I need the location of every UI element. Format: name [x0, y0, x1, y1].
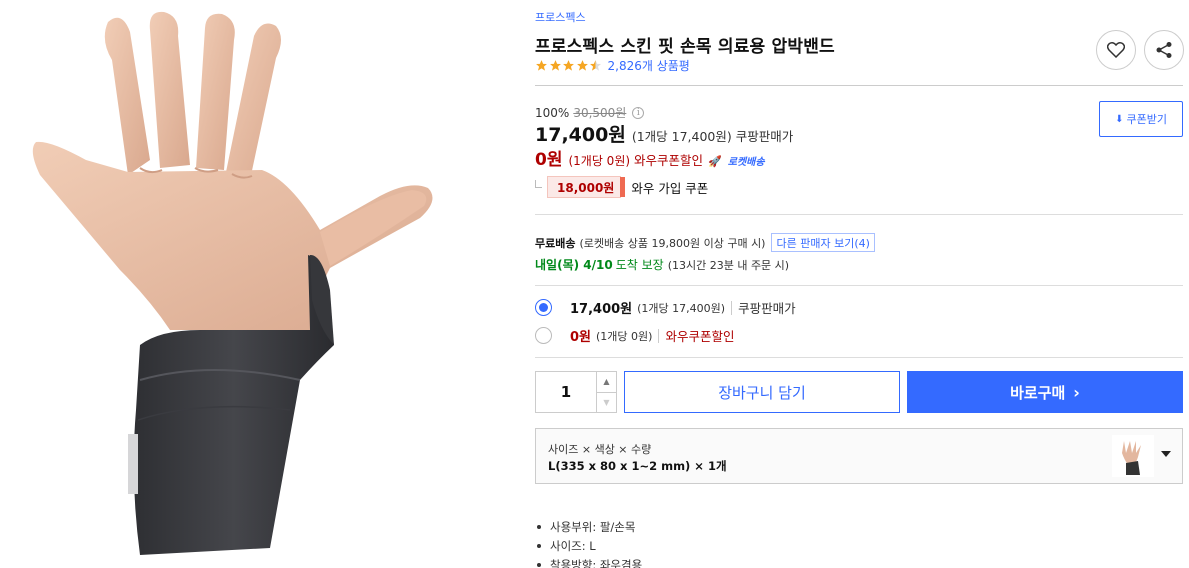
buy-now-button[interactable]: 바로구매 ›: [907, 371, 1183, 413]
info-icon[interactable]: i: [632, 106, 645, 119]
add-to-cart-button[interactable]: 장바구니 담기: [624, 371, 900, 413]
option-thumbnail: [1112, 435, 1154, 477]
spec-item: 사용부위: 팔/손목: [535, 517, 642, 536]
hand-wrist-band-illustration: [32, 11, 433, 555]
arrival-guarantee: 도착 보장: [615, 258, 664, 272]
coupon-button-label: 쿠폰받기: [1126, 113, 1167, 126]
divider: [535, 214, 1183, 215]
coupon-amount-tag: 18,000원: [547, 176, 626, 198]
price-option-coupang[interactable]: 17,400원 (1개당 17,400원) 쿠팡판매가: [535, 298, 796, 317]
star-icon: [576, 59, 589, 72]
spec-item: 사이즈: L: [535, 536, 642, 555]
discount-rate: 100%: [535, 105, 570, 120]
download-icon: ⬇: [1115, 113, 1124, 125]
product-title: 프로스펙스 스킨 핏 손목 의료용 압박밴드: [535, 37, 835, 57]
wow-discount-label: 와우쿠폰할인: [634, 153, 704, 168]
option-label: 쿠팡판매가: [738, 301, 796, 316]
seller-type: 쿠팡판매가: [735, 129, 794, 144]
chevron-right-icon: ›: [1073, 382, 1080, 402]
share-icon: [1156, 42, 1172, 58]
star-icon: [562, 59, 575, 72]
wow-price: 0원: [535, 150, 563, 170]
star-rating: [535, 59, 603, 72]
arrival-date: 내일(목) 4/10: [535, 258, 613, 272]
spec-item: 착용방향: 좌우겸용: [535, 555, 642, 568]
arrival-condition: (13시간 23분 내 주문 시): [667, 259, 790, 272]
quantity-buttons: ▲ ▼: [596, 372, 616, 412]
option-unit-price: (1개당 17,400원): [637, 301, 726, 315]
divider: [535, 357, 1183, 358]
option-price: 17,400원: [570, 302, 633, 317]
discount-row: 100% 30,500원 i: [535, 104, 645, 121]
join-coupon-row: 18,000원 와우 가입 쿠폰: [535, 176, 708, 198]
quantity-stepper: ▲ ▼: [535, 371, 617, 413]
product-info-panel: 프로스펙스 프로스펙스 스킨 핏 손목 의료용 압박밴드 2,826개 상품평 …: [535, 0, 1185, 568]
brand-link[interactable]: 프로스펙스: [535, 9, 586, 25]
separator: [658, 328, 660, 343]
rocket-delivery-badge: 로켓배송: [727, 157, 765, 168]
buy-now-label: 바로구매: [1010, 383, 1066, 402]
product-image[interactable]: [0, 0, 500, 568]
wow-price-row: 0원 (1개당 0원) 와우쿠폰할인 🚀 로켓배송: [535, 145, 765, 170]
heart-icon: [1107, 42, 1125, 58]
option-selector-header: 사이즈 × 색상 × 수량: [548, 443, 652, 456]
wow-unit-price: (1개당 0원): [568, 154, 631, 168]
review-count-link[interactable]: 2,826개 상품평: [608, 57, 690, 74]
separator: [731, 300, 733, 315]
shipping-row: 무료배송 (로켓배송 상품 19,800원 이상 구매 시) 다른 판매자 보기…: [535, 233, 875, 252]
original-price: 30,500원: [573, 106, 627, 120]
radio-selected[interactable]: [535, 299, 552, 316]
other-sellers-button[interactable]: 다른 판매자 보기(4): [771, 233, 875, 252]
join-coupon-label: 와우 가입 쿠폰: [631, 180, 709, 196]
option-price: 0원: [570, 330, 592, 345]
divider: [535, 85, 1183, 86]
option-label: 와우쿠폰할인: [665, 329, 735, 344]
rocket-icon: 🚀: [708, 155, 722, 168]
divider: [535, 285, 1183, 286]
arrival-row: 내일(목) 4/10 도착 보장 (13시간 23분 내 주문 시): [535, 256, 789, 273]
quantity-increase-button[interactable]: ▲: [597, 372, 616, 393]
quantity-input[interactable]: [536, 372, 596, 412]
chevron-down-icon: [1161, 451, 1171, 457]
wishlist-button[interactable]: [1096, 30, 1136, 70]
share-button[interactable]: [1144, 30, 1184, 70]
sale-price: 17,400원: [535, 124, 626, 146]
shipping-condition: (로켓배송 상품 19,800원 이상 구매 시): [579, 236, 766, 250]
option-unit-price: (1개당 0원): [596, 329, 653, 343]
rating-row[interactable]: 2,826개 상품평: [535, 57, 690, 73]
star-icon: [589, 59, 602, 72]
option-selector[interactable]: 사이즈 × 색상 × 수량 L(335 x 80 x 1~2 mm) × 1개: [535, 428, 1183, 484]
price-option-wow[interactable]: 0원 (1개당 0원) 와우쿠폰할인: [535, 326, 734, 345]
star-icon: [535, 59, 548, 72]
tree-corner: [535, 180, 542, 188]
unit-price: (1개당 17,400원): [631, 129, 732, 144]
sale-price-row: 17,400원 (1개당 17,400원) 쿠팡판매가: [535, 120, 793, 147]
radio-unselected[interactable]: [535, 327, 552, 344]
spec-list: 사용부위: 팔/손목 사이즈: L 착용방향: 좌우겸용: [535, 517, 642, 568]
coupon-download-button[interactable]: ⬇ 쿠폰받기: [1099, 101, 1183, 137]
free-shipping-label: 무료배송: [535, 236, 576, 250]
star-icon: [549, 59, 562, 72]
option-selector-value: L(335 x 80 x 1~2 mm) × 1개: [548, 459, 727, 473]
quantity-decrease-button[interactable]: ▼: [597, 393, 616, 413]
